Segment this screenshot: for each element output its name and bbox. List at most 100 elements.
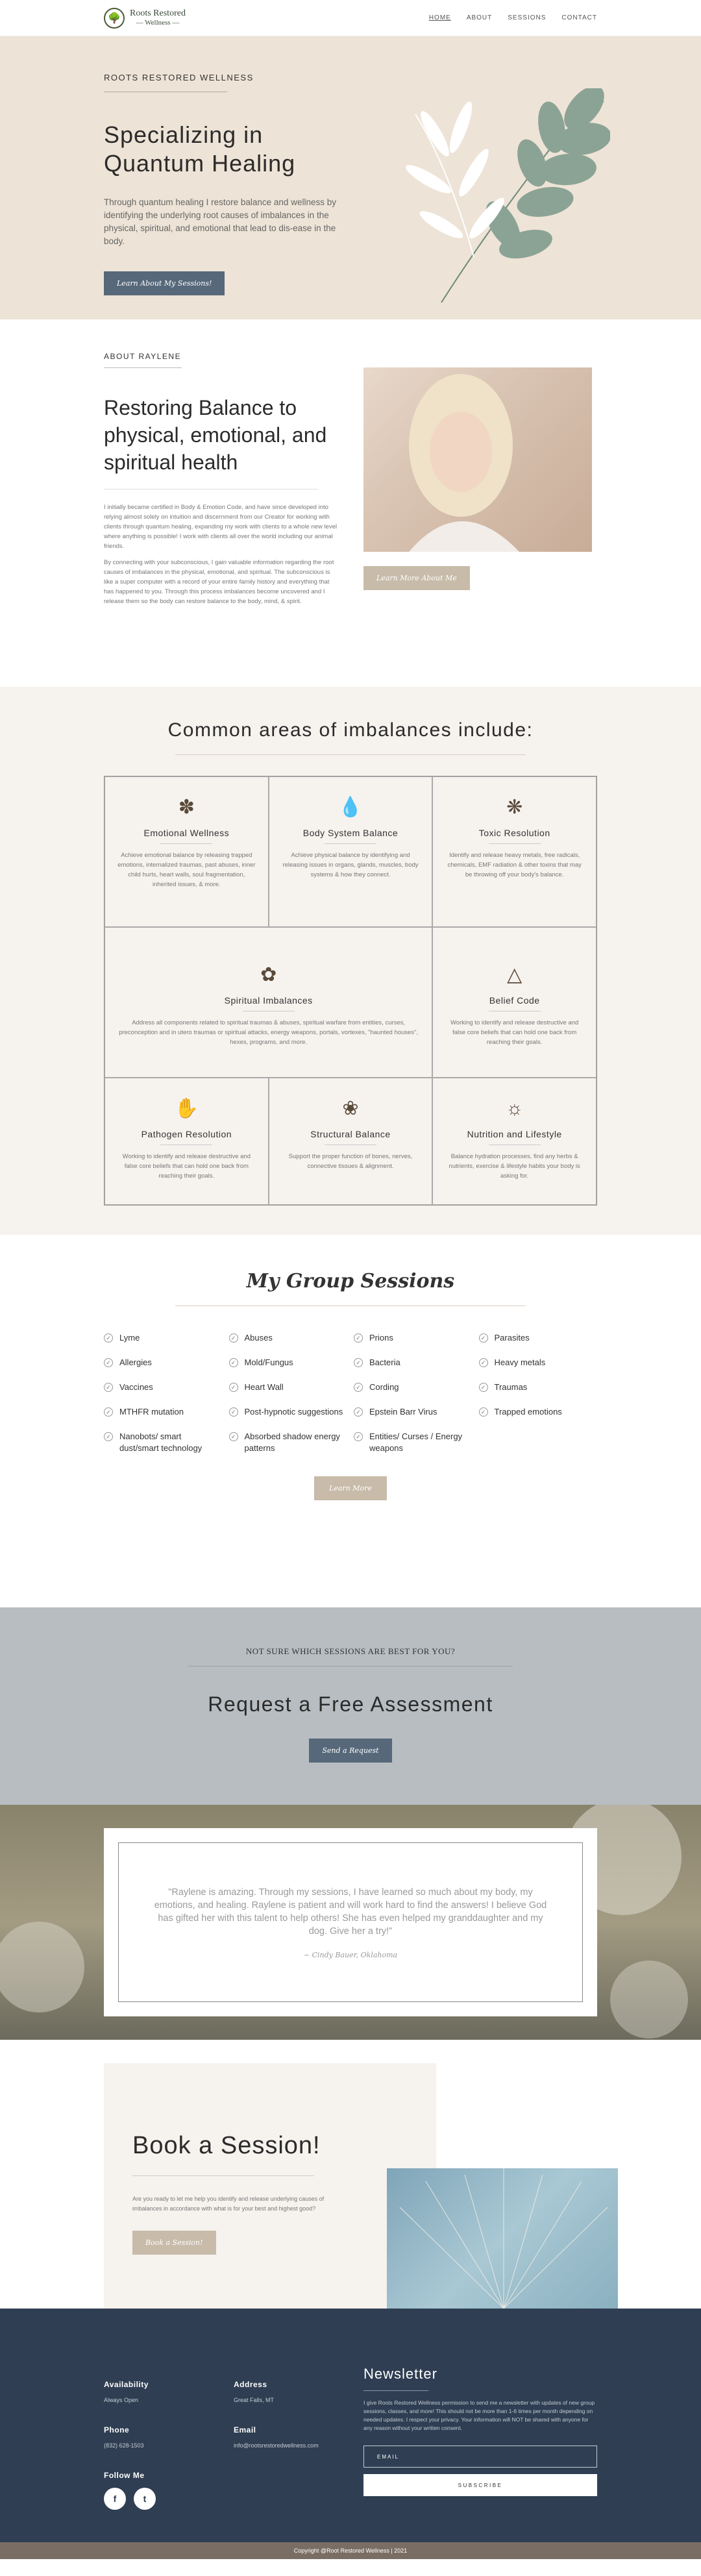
card-body: Balance hydration processes, find any he… — [449, 1153, 580, 1180]
circle-check-icon: ✓ — [354, 1333, 363, 1343]
card-body: Achieve emotional balance by releasing t… — [117, 852, 256, 888]
triangle-lotus-icon: △ — [507, 964, 523, 985]
list-item: ✓ MTHFR mutation — [104, 1406, 223, 1418]
hero-eyebrow: ROOTS RESTORED WELLNESS — [104, 73, 254, 82]
lotus-mandala-icon: ✽ — [178, 797, 195, 818]
list-item: ✓ Epstein Barr Virus — [354, 1406, 473, 1418]
imbalance-card: ❀ Structural Balance Support the proper … — [268, 1078, 433, 1205]
circle-check-icon: ✓ — [478, 1333, 488, 1343]
learn-more-about-me-button[interactable]: Learn More About Me — [363, 566, 470, 590]
group-sessions-section: My Group Sessions ✓ Lyme ✓ Abuses ✓ Prions … — [0, 1235, 701, 1607]
nav-links: HOME ABOUT SESSIONS CONTACT — [429, 14, 597, 21]
divider — [363, 2390, 428, 2391]
footer-follow: Follow Me f t — [104, 2471, 156, 2510]
imbalance-card: ✿ Spiritual Imbalances Address all compo… — [105, 927, 433, 1078]
dandelion-photo — [387, 2168, 618, 2309]
assessment-section: NOT SURE WHICH SESSIONS ARE BEST FOR YOU… — [0, 1607, 701, 1805]
twitter-icon[interactable]: t — [134, 2488, 156, 2510]
subscribe-button[interactable]: SUBSCRIBE — [363, 2474, 597, 2496]
testimonial-section: "Raylene is amazing. Through my sessions… — [0, 1805, 701, 2040]
circle-check-icon: ✓ — [104, 1333, 113, 1343]
card-body: Working to identify and release destruct… — [450, 1019, 579, 1046]
circle-check-icon: ✓ — [104, 1432, 113, 1441]
assessment-eyebrow: NOT SURE WHICH SESSIONS ARE BEST FOR YOU… — [245, 1646, 456, 1656]
circle-check-icon: ✓ — [228, 1333, 238, 1343]
spiral-star-icon: ❋ — [506, 797, 523, 818]
list-item: ✓ Prions — [354, 1332, 473, 1344]
learn-more-button[interactable]: Learn More — [314, 1476, 387, 1500]
list-item: ✓ Mold/Fungus — [228, 1357, 348, 1368]
social-links: f t — [104, 2488, 156, 2510]
imbalances-title: Common areas of imbalances include: — [167, 719, 534, 741]
list-item: ✓ Heavy metals — [478, 1357, 598, 1368]
nav-about[interactable]: ABOUT — [467, 14, 492, 21]
facebook-icon[interactable]: f — [104, 2488, 126, 2510]
list-item: ✓ Lyme — [104, 1332, 223, 1344]
circle-check-icon: ✓ — [354, 1358, 363, 1367]
divider — [488, 843, 541, 844]
list-item: ✓ Absorbed shadow energy patterns — [228, 1431, 348, 1454]
phone-link[interactable]: (832) 628-1503 — [104, 2442, 144, 2449]
card-title: Spiritual Imbalances — [224, 995, 313, 1006]
testimonial-author: ~ Cindy Bauer, Oklahoma — [303, 1950, 398, 1959]
email-link[interactable]: info@rootsrestoredwellness.com — [234, 2442, 319, 2449]
list-item: ✓ Bacteria — [354, 1357, 473, 1368]
group-sessions-list: ✓ Lyme ✓ Abuses ✓ Prions ✓ Parasites ✓ Allerg… — [104, 1332, 597, 1454]
assessment-title: Request a Free Assessment — [208, 1692, 493, 1716]
imbalance-card: ✽ Emotional Wellness Achieve emotional b… — [105, 776, 269, 927]
list-item: ✓ Entities/ Curses / Energy weapons — [354, 1431, 473, 1454]
list-item: ✓ Traumas — [478, 1381, 598, 1393]
hamsa-hand-icon: ✋ — [174, 1098, 199, 1119]
card-body: Working to identify and release destruct… — [122, 1153, 251, 1180]
card-title: Body System Balance — [302, 828, 399, 838]
circle-check-icon: ✓ — [228, 1432, 238, 1441]
email-input[interactable]: EMAIL — [363, 2446, 597, 2468]
about-paragraph-1: I initially became certified in Body & E… — [104, 504, 338, 550]
divider — [160, 843, 213, 844]
logo[interactable]: 🌳 Roots Restored — Wellness — — [104, 7, 186, 29]
card-body: Identify and release heavy metals, free … — [447, 852, 582, 878]
logo-text: Roots Restored — Wellness — — [130, 8, 186, 27]
newsletter-title: Newsletter — [363, 2366, 437, 2382]
footer: Availability Always Open Address Great F… — [0, 2309, 701, 2559]
footer-availability: Availability Always Open — [104, 2380, 149, 2403]
page: 🌳 Roots Restored — Wellness — HOME ABOUT… — [0, 0, 701, 2576]
card-title: Toxic Resolution — [478, 828, 550, 838]
imbalance-card: 💧 Body System Balance Achieve physical b… — [268, 776, 433, 927]
send-request-button[interactable]: Send a Request — [309, 1739, 392, 1763]
nav-sessions[interactable]: SESSIONS — [508, 14, 546, 21]
card-title: Nutrition and Lifestyle — [467, 1129, 562, 1139]
card-title: Structural Balance — [310, 1129, 391, 1139]
imbalances-section: Common areas of imbalances include: ✽ Em… — [0, 687, 701, 1235]
list-item: ✓ Abuses — [228, 1332, 348, 1344]
footer-phone: Phone (832) 628-1503 — [104, 2425, 144, 2449]
imbalances-grid: ✽ Emotional Wellness Achieve emotional b… — [104, 776, 597, 1206]
learn-sessions-button[interactable]: Learn About My Sessions! — [104, 271, 225, 295]
circle-check-icon: ✓ — [228, 1383, 238, 1392]
circle-check-icon: ✓ — [228, 1407, 238, 1417]
list-item: ✓ Vaccines — [104, 1381, 223, 1393]
divider — [324, 843, 376, 844]
circle-check-icon: ✓ — [104, 1383, 113, 1392]
circle-check-icon: ✓ — [354, 1407, 363, 1417]
imbalance-card: ☼ Nutrition and Lifestyle Balance hydrat… — [432, 1078, 596, 1205]
card-body: Support the proper function of bones, ne… — [288, 1153, 413, 1170]
nav-home[interactable]: HOME — [429, 14, 451, 21]
top-nav: 🌳 Roots Restored — Wellness — HOME ABOUT… — [0, 0, 701, 36]
list-item: ✓ Trapped emotions — [478, 1406, 598, 1418]
book-session-button[interactable]: Book a Session! — [132, 2231, 216, 2255]
list-item: ✓ Allergies — [104, 1357, 223, 1368]
card-title: Emotional Wellness — [143, 828, 230, 838]
imbalance-card: ✋ Pathogen Resolution Working to identif… — [105, 1078, 269, 1205]
eucalyptus-leaves-illustration — [406, 88, 610, 303]
nav-contact[interactable]: CONTACT — [561, 14, 597, 21]
list-item: ✓ Nanobots/ smart dust/smart technology — [104, 1431, 223, 1454]
circle-check-icon: ✓ — [478, 1407, 488, 1417]
imbalance-card: △ Belief Code Working to identify and re… — [432, 927, 596, 1078]
imbalance-card: ❋ Toxic Resolution Identify and release … — [432, 776, 596, 927]
lotus-outline-icon: ❀ — [342, 1098, 359, 1119]
book-body: Are you ready to let me help you identif… — [132, 2196, 325, 2212]
card-title: Belief Code — [489, 995, 540, 1006]
copyright: Copyright @Root Restored Wellness | 2021 — [0, 2542, 701, 2559]
circle-check-icon: ✓ — [104, 1407, 113, 1417]
